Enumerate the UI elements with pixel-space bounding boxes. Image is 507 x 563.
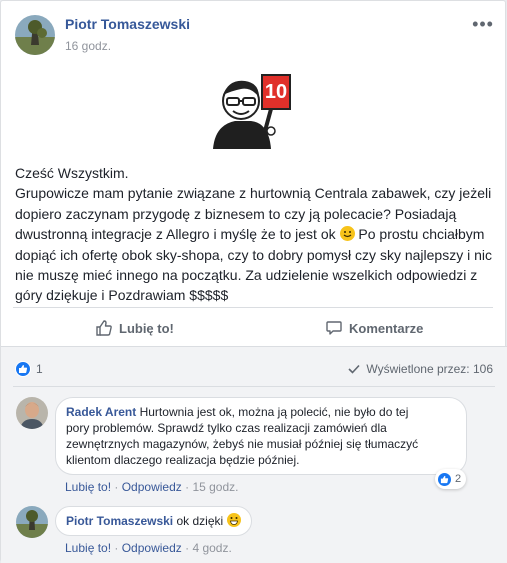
comment-reply-link[interactable]: Odpowiedz	[122, 541, 182, 555]
thumbs-up-icon	[96, 320, 112, 336]
like-reaction-icon	[437, 471, 452, 487]
comment-reply-link[interactable]: Odpowiedz	[122, 480, 182, 494]
comment-icon	[326, 321, 342, 335]
likes-count[interactable]: 1	[36, 362, 43, 376]
like-button-label: Lubię to!	[119, 320, 174, 336]
post-timestamp[interactable]: 16 godz.	[65, 39, 111, 53]
commenter-avatar[interactable]	[16, 397, 48, 429]
comment-author[interactable]: Piotr Tomaszewski	[66, 514, 173, 528]
comment-reactions[interactable]: 2	[435, 469, 467, 489]
author-avatar[interactable]	[15, 15, 55, 55]
comment-button[interactable]: Komentarze	[325, 313, 423, 343]
comment-text-line: zewnętrznych magazynów, żebyś nie musiał…	[66, 437, 419, 451]
like-reaction-icon[interactable]	[15, 361, 31, 377]
comment-text-line: Hurtownia jest ok, można ją polecić, nie…	[139, 405, 409, 419]
like-button[interactable]: Lubię to!	[95, 313, 174, 343]
comment-bubble: Piotr Tomaszewski ok dzięki	[55, 506, 252, 536]
views-count: Wyświetlone przez: 106	[366, 362, 493, 376]
divider	[13, 307, 493, 308]
comment-meta: Lubię to! · Odpowiedz · 15 godz.	[65, 480, 239, 494]
comment-author[interactable]: Radek Arent	[66, 405, 136, 419]
comment-time[interactable]: 4 godz.	[192, 541, 231, 555]
comment-text-line: klientom dlaczego realizacja będzie późn…	[66, 453, 300, 467]
checkmark-icon	[348, 364, 360, 374]
comment-bubble: Radek Arent Hurtownia jest ok, można ją …	[55, 397, 467, 475]
smile-emoji-icon	[339, 226, 355, 242]
sticker-image: 10	[201, 71, 301, 151]
comment-reaction-count: 2	[455, 473, 462, 485]
post-paragraph-body: Grupowicze mam pytanie związane z hurtow…	[15, 183, 495, 305]
post-text: Cześć Wszystkim. Grupowicze mam pytanie …	[15, 163, 495, 306]
comments-section: 1 Wyświetlone przez: 106 Radek Arent Hur…	[1, 346, 507, 563]
views-indicator[interactable]: Wyświetlone przez: 106	[348, 362, 493, 376]
more-options-icon[interactable]: • • •	[472, 15, 493, 33]
comment-text-line: pory problemów. Sprawdź tylko czas reali…	[66, 421, 387, 435]
post-card: Piotr Tomaszewski 16 godz. • • • 10 Cześ…	[0, 0, 507, 563]
comment-like-link[interactable]: Lubię to!	[65, 480, 111, 494]
grinning-emoji-icon	[226, 513, 241, 527]
comment-time[interactable]: 15 godz.	[192, 480, 238, 494]
comment-like-link[interactable]: Lubię to!	[65, 541, 111, 555]
sticker-number: 10	[264, 81, 288, 103]
comment-button-label: Komentarze	[349, 320, 424, 336]
comment-text: ok dzięki	[176, 514, 224, 528]
post-author-name[interactable]: Piotr Tomaszewski	[65, 16, 190, 32]
comment-meta: Lubię to! · Odpowiedz · 4 godz.	[65, 541, 232, 555]
commenter-avatar[interactable]	[16, 506, 48, 538]
post-paragraph-greeting: Cześć Wszystkim.	[15, 165, 129, 181]
divider	[13, 386, 495, 387]
